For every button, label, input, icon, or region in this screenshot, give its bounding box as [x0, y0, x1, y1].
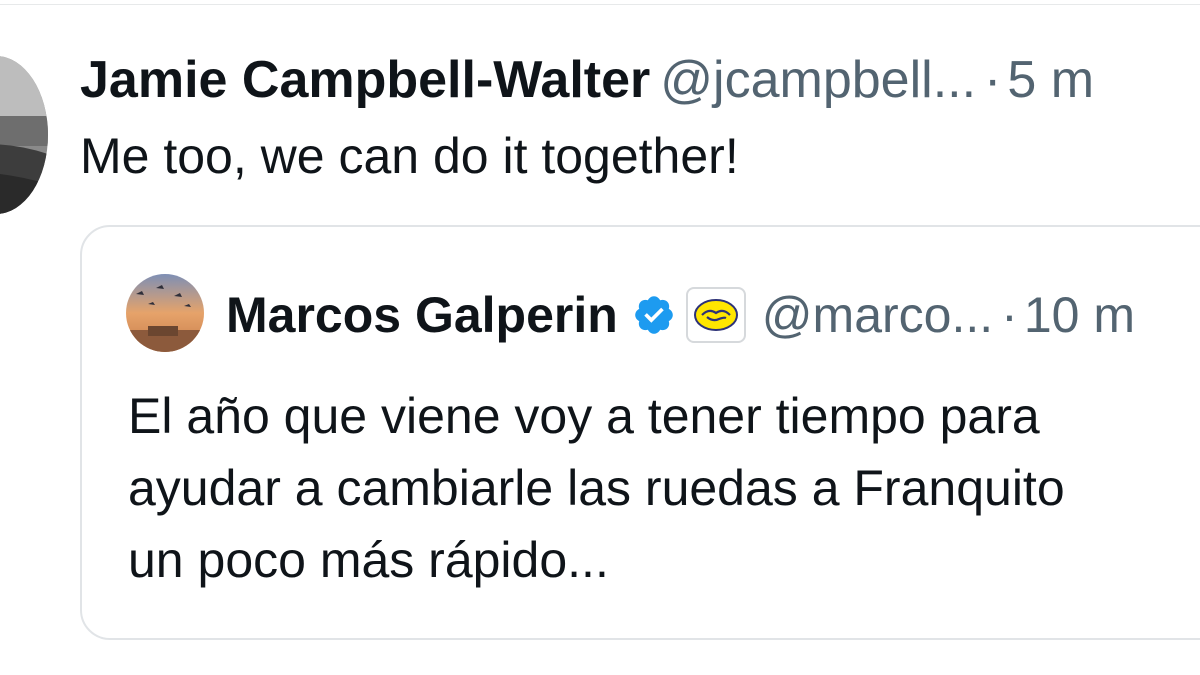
tweet-header: Jamie Campbell-Walter @jcampbell... · 5 m [80, 50, 1094, 110]
quoted-text-line: El año que viene voy a tener tiempo para [128, 388, 1040, 444]
quoted-tweet-text: El año que viene voy a tener tiempo para… [128, 380, 1065, 596]
author-handle[interactable]: @jcampbell... [660, 51, 976, 109]
quoted-author-name[interactable]: Marcos Galperin [226, 286, 618, 344]
quoted-author-avatar[interactable] [126, 274, 204, 352]
handshake-icon[interactable] [685, 287, 746, 343]
quoted-author-handle[interactable]: @marco... [762, 286, 993, 344]
quoted-text-line: ayudar a cambiarle las ruedas a Franquit… [128, 460, 1065, 516]
separator-dot: · [984, 51, 1002, 109]
verified-badge-icon[interactable] [632, 293, 676, 337]
author-name[interactable]: Jamie Campbell-Walter [80, 51, 650, 109]
quoted-tweet-timestamp[interactable]: 10 m [1024, 286, 1135, 344]
quoted-tweet-header: Marcos Galperin @marco... · 10 m [226, 282, 1135, 348]
tweet-timestamp[interactable]: 5 m [1007, 51, 1094, 109]
avatar-photo-icon [126, 274, 204, 352]
tweet-text: Me too, we can do it together! [80, 128, 739, 184]
author-avatar[interactable] [0, 56, 48, 214]
divider [0, 4, 1200, 5]
quoted-text-line: un poco más rápido... [128, 532, 609, 588]
separator-dot: · [1001, 287, 1018, 343]
avatar-photo-icon [0, 56, 48, 214]
